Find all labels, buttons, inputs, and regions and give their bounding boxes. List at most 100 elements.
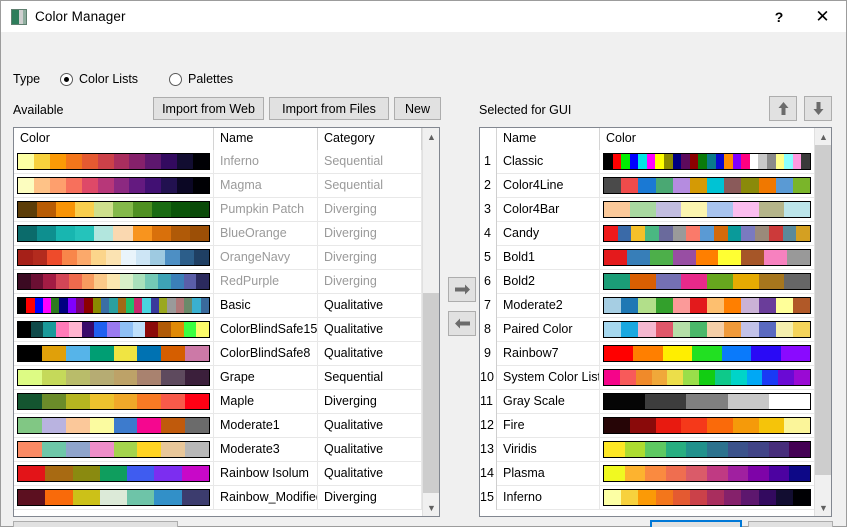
row-name: Basic — [214, 294, 318, 318]
swatch-stop — [664, 154, 673, 169]
remove-from-selected-button[interactable] — [448, 311, 476, 336]
table-row[interactable]: 1 Classic — [480, 150, 831, 174]
table-row[interactable]: 9 Rainbow7 — [480, 342, 831, 366]
row-name: Rainbow Isolum — [214, 462, 318, 486]
table-row[interactable]: Rainbow Isolum Qualitative — [14, 462, 439, 486]
table-row[interactable]: 15 Inferno — [480, 486, 831, 510]
table-row[interactable]: 13 Viridis — [480, 438, 831, 462]
move-down-button[interactable] — [804, 96, 832, 121]
table-row[interactable]: Rainbow_Modified Diverging — [14, 486, 439, 510]
table-row[interactable]: Grape Sequential — [14, 366, 439, 390]
swatch-stop — [784, 274, 810, 289]
row-color-preview — [600, 318, 815, 341]
row-name: Fire — [497, 414, 600, 438]
table-row[interactable]: 2 Color4Line — [480, 174, 831, 198]
set-default-plot-colors-button[interactable]: Set Default Plot Colors — [13, 521, 178, 527]
scroll-up-icon[interactable]: ▲ — [815, 128, 831, 145]
swatch-stop — [158, 274, 171, 289]
table-row[interactable]: 14 Plasma — [480, 462, 831, 486]
row-name: Moderate2 — [497, 294, 600, 318]
ok-button[interactable]: OK — [650, 520, 742, 527]
scroll-down-icon[interactable]: ▼ — [815, 499, 831, 516]
import-from-files-button[interactable]: Import from Files — [269, 97, 389, 120]
table-row[interactable]: Maple Diverging — [14, 390, 439, 414]
radio-color-lists[interactable]: Color Lists — [60, 72, 138, 86]
table-row[interactable]: ColorBlindSafe15 Qualitative — [14, 318, 439, 342]
swatch-stop — [194, 250, 209, 265]
table-row[interactable]: 10 System Color List — [480, 366, 831, 390]
swatch-stop — [775, 322, 793, 337]
swatch-stop — [161, 370, 186, 385]
import-from-web-button[interactable]: Import from Web — [153, 97, 264, 120]
swatch-stop — [775, 154, 785, 169]
available-column-color[interactable]: Color — [14, 128, 214, 150]
swatch-stop — [645, 442, 666, 457]
row-name: Plasma — [497, 462, 600, 486]
swatch-stop — [94, 202, 114, 217]
table-row[interactable]: Inferno Sequential — [14, 150, 439, 174]
swatch-stop — [183, 322, 197, 337]
swatch-stop — [113, 226, 133, 241]
swatch-stop — [99, 466, 128, 481]
table-row[interactable]: Pumpkin Patch Diverging — [14, 198, 439, 222]
move-up-button[interactable] — [769, 96, 797, 121]
table-row[interactable]: 7 Moderate2 — [480, 294, 831, 318]
color-swatch — [603, 489, 811, 506]
table-row[interactable]: Moderate3 Qualitative — [14, 438, 439, 462]
scrollbar-thumb[interactable] — [815, 145, 831, 475]
scroll-up-icon[interactable]: ▲ — [423, 128, 439, 145]
scrollbar-thumb[interactable] — [423, 293, 439, 493]
swatch-stop — [161, 418, 186, 433]
arrow-left-icon — [454, 318, 470, 329]
swatch-stop — [707, 298, 725, 313]
selected-scrollbar[interactable]: ▲ ▼ — [814, 128, 831, 516]
row-index: 8 — [480, 318, 497, 342]
table-row[interactable]: OrangeNavy Diverging — [14, 246, 439, 270]
table-row[interactable]: 5 Bold1 — [480, 246, 831, 270]
row-index: 4 — [480, 222, 497, 246]
table-row[interactable]: BlueOrange Diverging — [14, 222, 439, 246]
swatch-stop — [645, 394, 687, 409]
color-swatch — [17, 153, 210, 170]
swatch-stop — [649, 250, 673, 265]
table-row[interactable]: 11 Gray Scale — [480, 390, 831, 414]
table-row[interactable]: ColorBlindSafe8 Qualitative — [14, 342, 439, 366]
swatch-stop — [629, 154, 639, 169]
close-icon[interactable]: ✕ — [799, 1, 846, 32]
table-row[interactable]: Basic Qualitative — [14, 294, 439, 318]
table-row[interactable]: 8 Paired Color — [480, 318, 831, 342]
color-swatch — [17, 297, 210, 314]
add-to-selected-button[interactable] — [448, 277, 476, 302]
available-scrollbar[interactable]: ▲ ▼ — [422, 128, 439, 516]
cancel-button[interactable]: Cancel — [748, 521, 833, 527]
table-row[interactable]: RedPurple Diverging — [14, 270, 439, 294]
swatch-stop — [758, 418, 785, 433]
swatch-stop — [72, 466, 100, 481]
swatch-stop — [604, 394, 646, 409]
table-row[interactable]: Moderate1 Qualitative — [14, 414, 439, 438]
swatch-stop — [49, 154, 66, 169]
table-row[interactable]: Magma Sequential — [14, 174, 439, 198]
help-icon[interactable]: ? — [759, 1, 799, 32]
table-row[interactable]: 6 Bold2 — [480, 270, 831, 294]
selected-column-color[interactable]: Color — [600, 128, 815, 150]
selected-column-name[interactable]: Name — [497, 128, 600, 150]
swatch-stop — [117, 298, 126, 313]
swatch-stop — [170, 274, 184, 289]
table-row[interactable]: 3 Color4Bar — [480, 198, 831, 222]
table-row[interactable]: 4 Candy — [480, 222, 831, 246]
swatch-stop — [81, 322, 95, 337]
radio-palettes[interactable]: Palettes — [169, 72, 233, 86]
swatch-stop — [45, 466, 73, 481]
swatch-stop — [185, 418, 209, 433]
available-column-name[interactable]: Name — [214, 128, 318, 150]
color-swatch — [603, 321, 811, 338]
available-column-category[interactable]: Category — [318, 128, 422, 150]
swatch-stop — [604, 466, 625, 481]
row-index: 13 — [480, 438, 497, 462]
row-color-preview — [600, 150, 815, 173]
table-row[interactable]: 12 Fire — [480, 414, 831, 438]
scroll-down-icon[interactable]: ▼ — [423, 499, 439, 516]
new-button[interactable]: New — [394, 97, 441, 120]
swatch-stop — [713, 226, 728, 241]
